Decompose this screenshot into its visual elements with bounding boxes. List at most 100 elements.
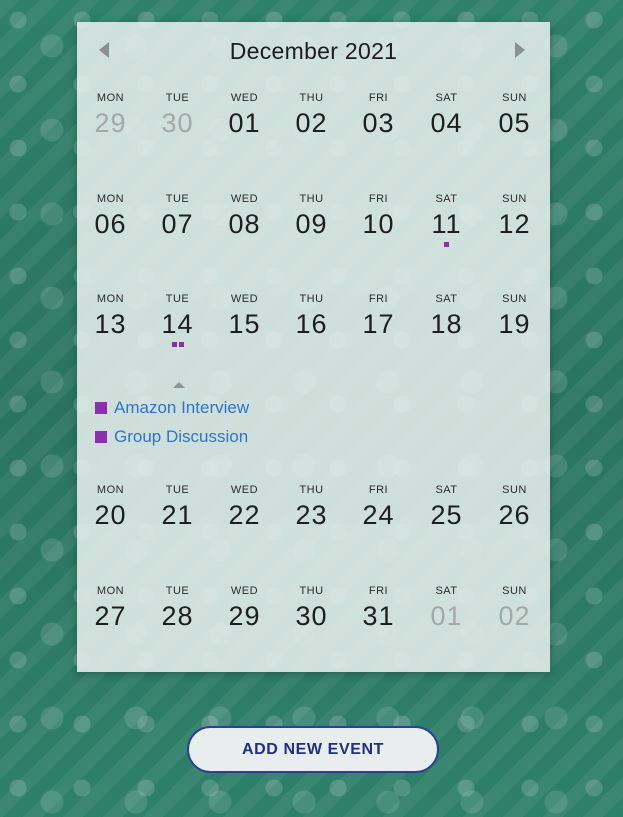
day-cell[interactable]: TUE 28: [144, 584, 211, 664]
day-cell[interactable]: FRI 24: [345, 483, 412, 563]
day-number: 06: [94, 209, 127, 239]
event-dots: [144, 242, 211, 250]
day-cell[interactable]: MON 20: [77, 483, 144, 563]
week-row: MON 29 TUE 30 WED 01 THU 02 FRI 03 SAT 04 SUN 0…: [77, 91, 550, 171]
day-of-week-label: SUN: [502, 484, 527, 496]
day-of-week-label: SUN: [502, 92, 527, 104]
day-cell[interactable]: THU 09: [278, 192, 345, 272]
event-link[interactable]: Amazon Interview: [95, 397, 249, 419]
day-cell[interactable]: TUE 21: [144, 483, 211, 563]
day-of-week-label: FRI: [368, 193, 389, 205]
event-dots: [278, 533, 345, 541]
event-dots: [144, 141, 211, 149]
event-dot: [444, 242, 449, 247]
day-cell[interactable]: THU 16: [278, 292, 345, 372]
day-of-week-label: WED: [230, 484, 259, 496]
event-link[interactable]: Group Discussion: [95, 426, 248, 448]
day-cell[interactable]: WED 15: [211, 292, 278, 372]
day-cell[interactable]: SUN 26: [481, 483, 548, 563]
day-of-week-label: TUE: [165, 193, 190, 205]
day-cell[interactable]: MON 13: [77, 292, 144, 372]
day-cell[interactable]: SUN 12: [481, 192, 548, 272]
day-number: 11: [431, 209, 462, 239]
event-title: Amazon Interview: [114, 398, 250, 417]
event-dots: [278, 342, 345, 350]
day-cell[interactable]: FRI 03: [345, 91, 412, 171]
day-cell[interactable]: WED 08: [211, 192, 278, 272]
day-cell[interactable]: TUE 07: [144, 192, 211, 272]
day-cell[interactable]: FRI 17: [345, 292, 412, 372]
day-of-week-label: WED: [230, 92, 259, 104]
event-dots: [144, 533, 211, 541]
week-row: MON 13 TUE 14 WED 15 THU 16 FRI 17 SAT 18 SUN 1…: [77, 292, 550, 372]
event-dots: [144, 634, 211, 642]
day-number: 25: [430, 500, 463, 530]
day-of-week-label: SUN: [502, 585, 527, 597]
event-dots: [77, 634, 144, 642]
day-cell[interactable]: FRI 10: [345, 192, 412, 272]
day-of-week-label: MON: [96, 293, 125, 305]
day-cell[interactable]: SUN 05: [481, 91, 548, 171]
event-dots: [211, 242, 278, 250]
day-of-week-label: THU: [299, 193, 324, 205]
day-number: 03: [362, 108, 395, 138]
day-cell[interactable]: TUE 30: [144, 91, 211, 171]
event-dots: [413, 533, 480, 541]
day-of-week-label: FRI: [368, 92, 389, 104]
day-cell[interactable]: FRI 31: [345, 584, 412, 664]
day-number: 02: [295, 108, 328, 138]
day-number: 23: [295, 500, 328, 530]
day-cell-selected[interactable]: TUE 14: [144, 292, 211, 372]
day-cell[interactable]: SAT 01: [413, 584, 480, 664]
event-dots: [345, 533, 412, 541]
day-number: 02: [498, 601, 531, 631]
square-icon: [95, 431, 107, 443]
day-cell[interactable]: SAT 25: [413, 483, 480, 563]
day-cell[interactable]: THU 23: [278, 483, 345, 563]
add-new-event-button[interactable]: ADD NEW EVENT: [187, 726, 439, 773]
event-dots: [77, 141, 144, 149]
day-number: 27: [94, 601, 127, 631]
day-cell[interactable]: SUN 19: [481, 292, 548, 372]
day-cell[interactable]: WED 22: [211, 483, 278, 563]
calendar: December 2021 MON 29 TUE 30 WED 01 THU 02 FR…: [77, 22, 550, 672]
event-dots: [278, 242, 345, 250]
caret-up-icon: [173, 382, 185, 388]
event-dots: [77, 342, 144, 350]
day-of-week-label: SAT: [435, 193, 458, 205]
event-dots: [413, 141, 480, 149]
day-number: 29: [94, 108, 127, 138]
day-cell[interactable]: THU 02: [278, 91, 345, 171]
day-cell[interactable]: SAT 18: [413, 292, 480, 372]
event-dots: [345, 634, 412, 642]
day-of-week-label: WED: [230, 193, 259, 205]
day-of-week-label: FRI: [368, 293, 389, 305]
day-number: 10: [362, 209, 395, 239]
day-of-week-label: TUE: [165, 585, 190, 597]
day-cell[interactable]: THU 30: [278, 584, 345, 664]
day-cell[interactable]: SAT 04: [413, 91, 480, 171]
event-dots: [481, 634, 548, 642]
week-row: MON 20 TUE 21 WED 22 THU 23 FRI 24 SAT 25 SUN 2…: [77, 483, 550, 563]
month-title: December 2021: [229, 38, 398, 64]
day-cell[interactable]: MON 27: [77, 584, 144, 664]
day-number: 21: [161, 500, 194, 530]
event-dots: [413, 342, 480, 350]
day-cell[interactable]: WED 29: [211, 584, 278, 664]
day-cell[interactable]: SUN 02: [481, 584, 548, 664]
event-dots: [345, 141, 412, 149]
event-dots: [413, 242, 480, 250]
event-dots: [77, 533, 144, 541]
square-icon: [95, 402, 107, 414]
day-number: 18: [430, 309, 463, 339]
day-cell[interactable]: MON 29: [77, 91, 144, 171]
event-dots: [345, 342, 412, 350]
day-number: 04: [430, 108, 463, 138]
chevron-right-icon[interactable]: [515, 42, 525, 58]
day-number: 12: [498, 209, 531, 239]
event-dot: [178, 342, 184, 347]
event-dots: [413, 634, 480, 642]
day-cell[interactable]: MON 06: [77, 192, 144, 272]
day-cell[interactable]: SAT 11: [413, 192, 480, 272]
day-cell[interactable]: WED 01: [211, 91, 278, 171]
